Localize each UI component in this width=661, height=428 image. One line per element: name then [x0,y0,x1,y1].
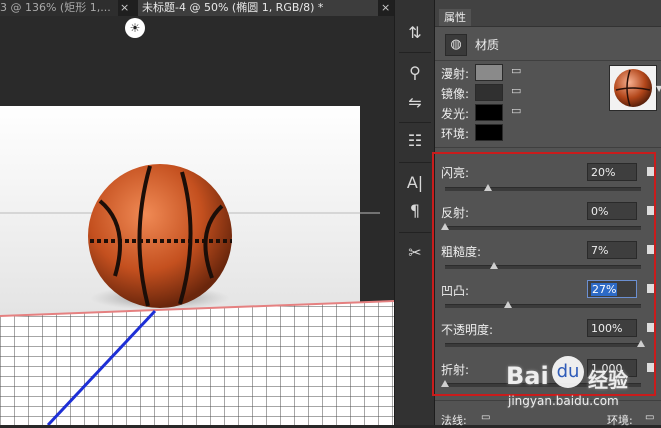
normal-folder-icon[interactable]: ▭ [481,412,490,423]
specular-texture-folder-icon[interactable]: ▭ [511,84,521,97]
diffuse-color-swatch[interactable] [475,64,503,81]
panel-header: 属性 [435,0,661,27]
document-tab-bar: 3 @ 136% (矩形 1,... × 未标题-4 @ 50% (椭圆 1, … [0,0,394,16]
specular-color-swatch[interactable] [475,84,503,101]
paragraph-icon[interactable]: ¶ [401,200,429,222]
tab-1-close-icon[interactable]: × [120,0,129,16]
light-widget-icon[interactable]: ☀ [125,18,145,38]
3d-light-icon[interactable]: ⇋ [401,92,429,114]
document-tab-2[interactable]: 未标题-4 @ 50% (椭圆 1, RGB/8) * [138,0,378,16]
specular-label: 镜像: [441,87,470,101]
material-title-row: ◍ 材质 [445,34,651,56]
panel-title: 材质 [475,38,500,52]
watermark-url: jingyan.baidu.com [508,394,619,408]
panel-tool-strip: ⇅ ⚲ ⇋ ☷ A| ¶ ✂ [394,0,435,425]
3d-scene [0,106,394,425]
material-preview[interactable] [609,65,657,111]
tab-properties[interactable]: 属性 [439,9,471,26]
material-preview-ball [614,69,652,107]
illumination-color-swatch[interactable] [475,104,503,121]
material-preview-dropdown-icon[interactable]: ▼ [656,84,661,93]
material-icon[interactable]: ◍ [445,34,467,56]
3d-environment-icon[interactable]: ⚲ [401,62,429,84]
document-tab-1[interactable]: 3 @ 136% (矩形 1,... [0,0,118,16]
illumination-label: 发光: [441,107,470,121]
ambient-color-swatch[interactable] [475,124,503,141]
watermark-cn: 经验 [588,368,628,392]
tab-2-close-icon[interactable]: × [381,0,390,16]
diffuse-label: 漫射: [441,67,470,81]
layer-stack-icon[interactable]: ☷ [401,130,429,152]
document-tab-2-label: 未标题-4 @ 50% (椭圆 1, RGB/8) * [142,1,324,14]
normal-label: 法线: [441,414,467,427]
diffuse-texture-folder-icon[interactable]: ▭ [511,64,521,77]
ambient-label: 环境: [441,127,470,141]
3d-mesh-icon[interactable]: ⇅ [401,22,429,44]
document-tab-1-label: 3 @ 136% (矩形 1,... [0,1,111,14]
baidu-paw-icon: du [552,356,584,388]
document-canvas[interactable] [0,16,394,425]
character-icon[interactable]: A| [401,172,429,194]
baidu-watermark: Bai du 经验 jingyan.baidu.com [506,356,661,425]
tools-icon[interactable]: ✂ [401,242,429,264]
illumination-texture-folder-icon[interactable]: ▭ [511,104,521,117]
watermark-brand: Bai [506,362,549,390]
